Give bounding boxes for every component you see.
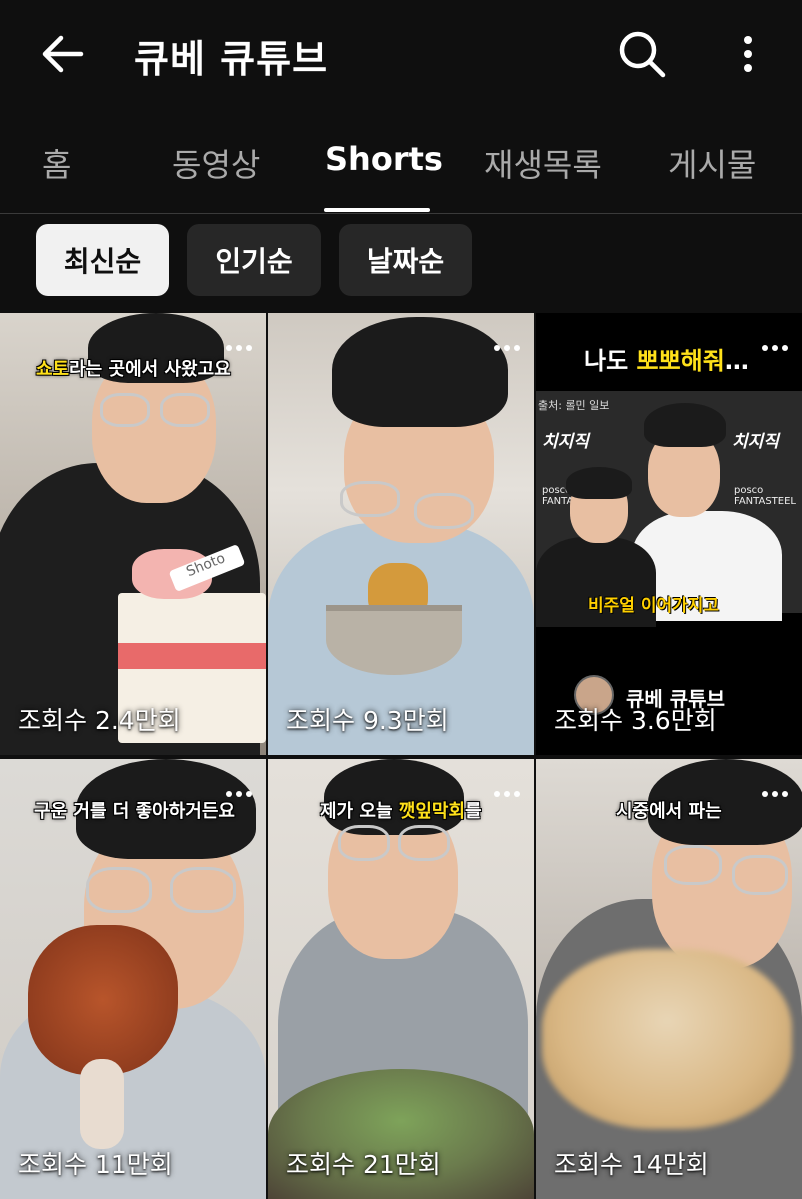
search-button[interactable] [616, 28, 668, 80]
chip-latest[interactable]: 최신순 [36, 224, 169, 296]
view-count: 조회수 21만회 [286, 1150, 441, 1179]
search-icon [619, 31, 666, 78]
channel-tabs: 홈 동영상 Shorts 재생목록 게시물 [0, 118, 802, 214]
thumbnail-image: 나도 뽀뽀해줘… 출처: 롤민 일보 치지직 치지직 posco FANTAST… [536, 313, 802, 755]
thumbnail-image [0, 759, 266, 1199]
chip-popular[interactable]: 인기순 [187, 224, 321, 296]
channel-title: 큐베 큐튜브 [134, 37, 329, 81]
short-thumbnail[interactable]: 구운 거를 더 좋아하거든요 조회수 11만회 [0, 759, 266, 1199]
view-count: 조회수 14만회 [554, 1150, 709, 1179]
embedded-clip: 출처: 롤민 일보 치지직 치지직 posco FANTASTEEL posco… [536, 391, 802, 627]
thumbnail-image [536, 759, 802, 1199]
short-thumbnail[interactable]: 조회수 9.3만회 [268, 313, 534, 755]
video-caption: 제가 오늘 깻잎막회를 [320, 801, 482, 822]
video-caption: 구운 거를 더 좋아하거든요 [34, 801, 235, 822]
sort-chips: 최신순 인기순 날짜순 [0, 224, 802, 296]
tab-shorts[interactable]: Shorts [325, 140, 443, 178]
chip-by-date[interactable]: 날짜순 [339, 224, 472, 296]
thumbnail-image [268, 313, 534, 755]
more-horiz-icon[interactable] [762, 345, 788, 351]
top-app-bar: 큐베 큐튜브 [0, 0, 802, 108]
thumbnail-image [268, 759, 534, 1199]
video-caption: 쇼토라는 곳에서 사왔고요 [36, 359, 231, 380]
short-thumbnail[interactable]: 시중에서 파는 조회수 14만회 [536, 759, 802, 1199]
video-caption: 시중에서 파는 [616, 801, 722, 822]
view-count: 조회수 2.4만회 [18, 706, 181, 735]
view-count: 조회수 3.6만회 [554, 706, 717, 735]
back-button[interactable] [38, 32, 86, 76]
tab-home[interactable]: 홈 [42, 140, 71, 186]
active-tab-indicator [324, 208, 430, 212]
back-arrow-icon [42, 35, 84, 73]
short-thumbnail[interactable]: 나도 뽀뽀해줘… 출처: 롤민 일보 치지직 치지직 posco FANTAST… [536, 313, 802, 755]
shorts-grid: Shoto 쇼토라는 곳에서 사왔고요 조회수 2.4만회 조회수 9.3만회 … [0, 313, 802, 1199]
more-horiz-icon[interactable] [226, 791, 252, 797]
more-horiz-icon[interactable] [226, 345, 252, 351]
short-thumbnail[interactable]: Shoto 쇼토라는 곳에서 사왔고요 조회수 2.4만회 [0, 313, 266, 755]
more-vert-icon[interactable] [728, 30, 768, 78]
short-thumbnail[interactable]: 제가 오늘 깻잎막회를 조회수 21만회 [268, 759, 534, 1199]
view-count: 조회수 9.3만회 [286, 706, 449, 735]
more-horiz-icon[interactable] [494, 345, 520, 351]
more-horiz-icon[interactable] [762, 791, 788, 797]
headline-text: 나도 뽀뽀해줘… [584, 347, 749, 375]
tab-playlists[interactable]: 재생목록 [484, 140, 602, 186]
tab-posts[interactable]: 게시물 [668, 140, 756, 186]
view-count: 조회수 11만회 [18, 1150, 173, 1179]
tab-videos[interactable]: 동영상 [172, 140, 260, 186]
more-horiz-icon[interactable] [494, 791, 520, 797]
